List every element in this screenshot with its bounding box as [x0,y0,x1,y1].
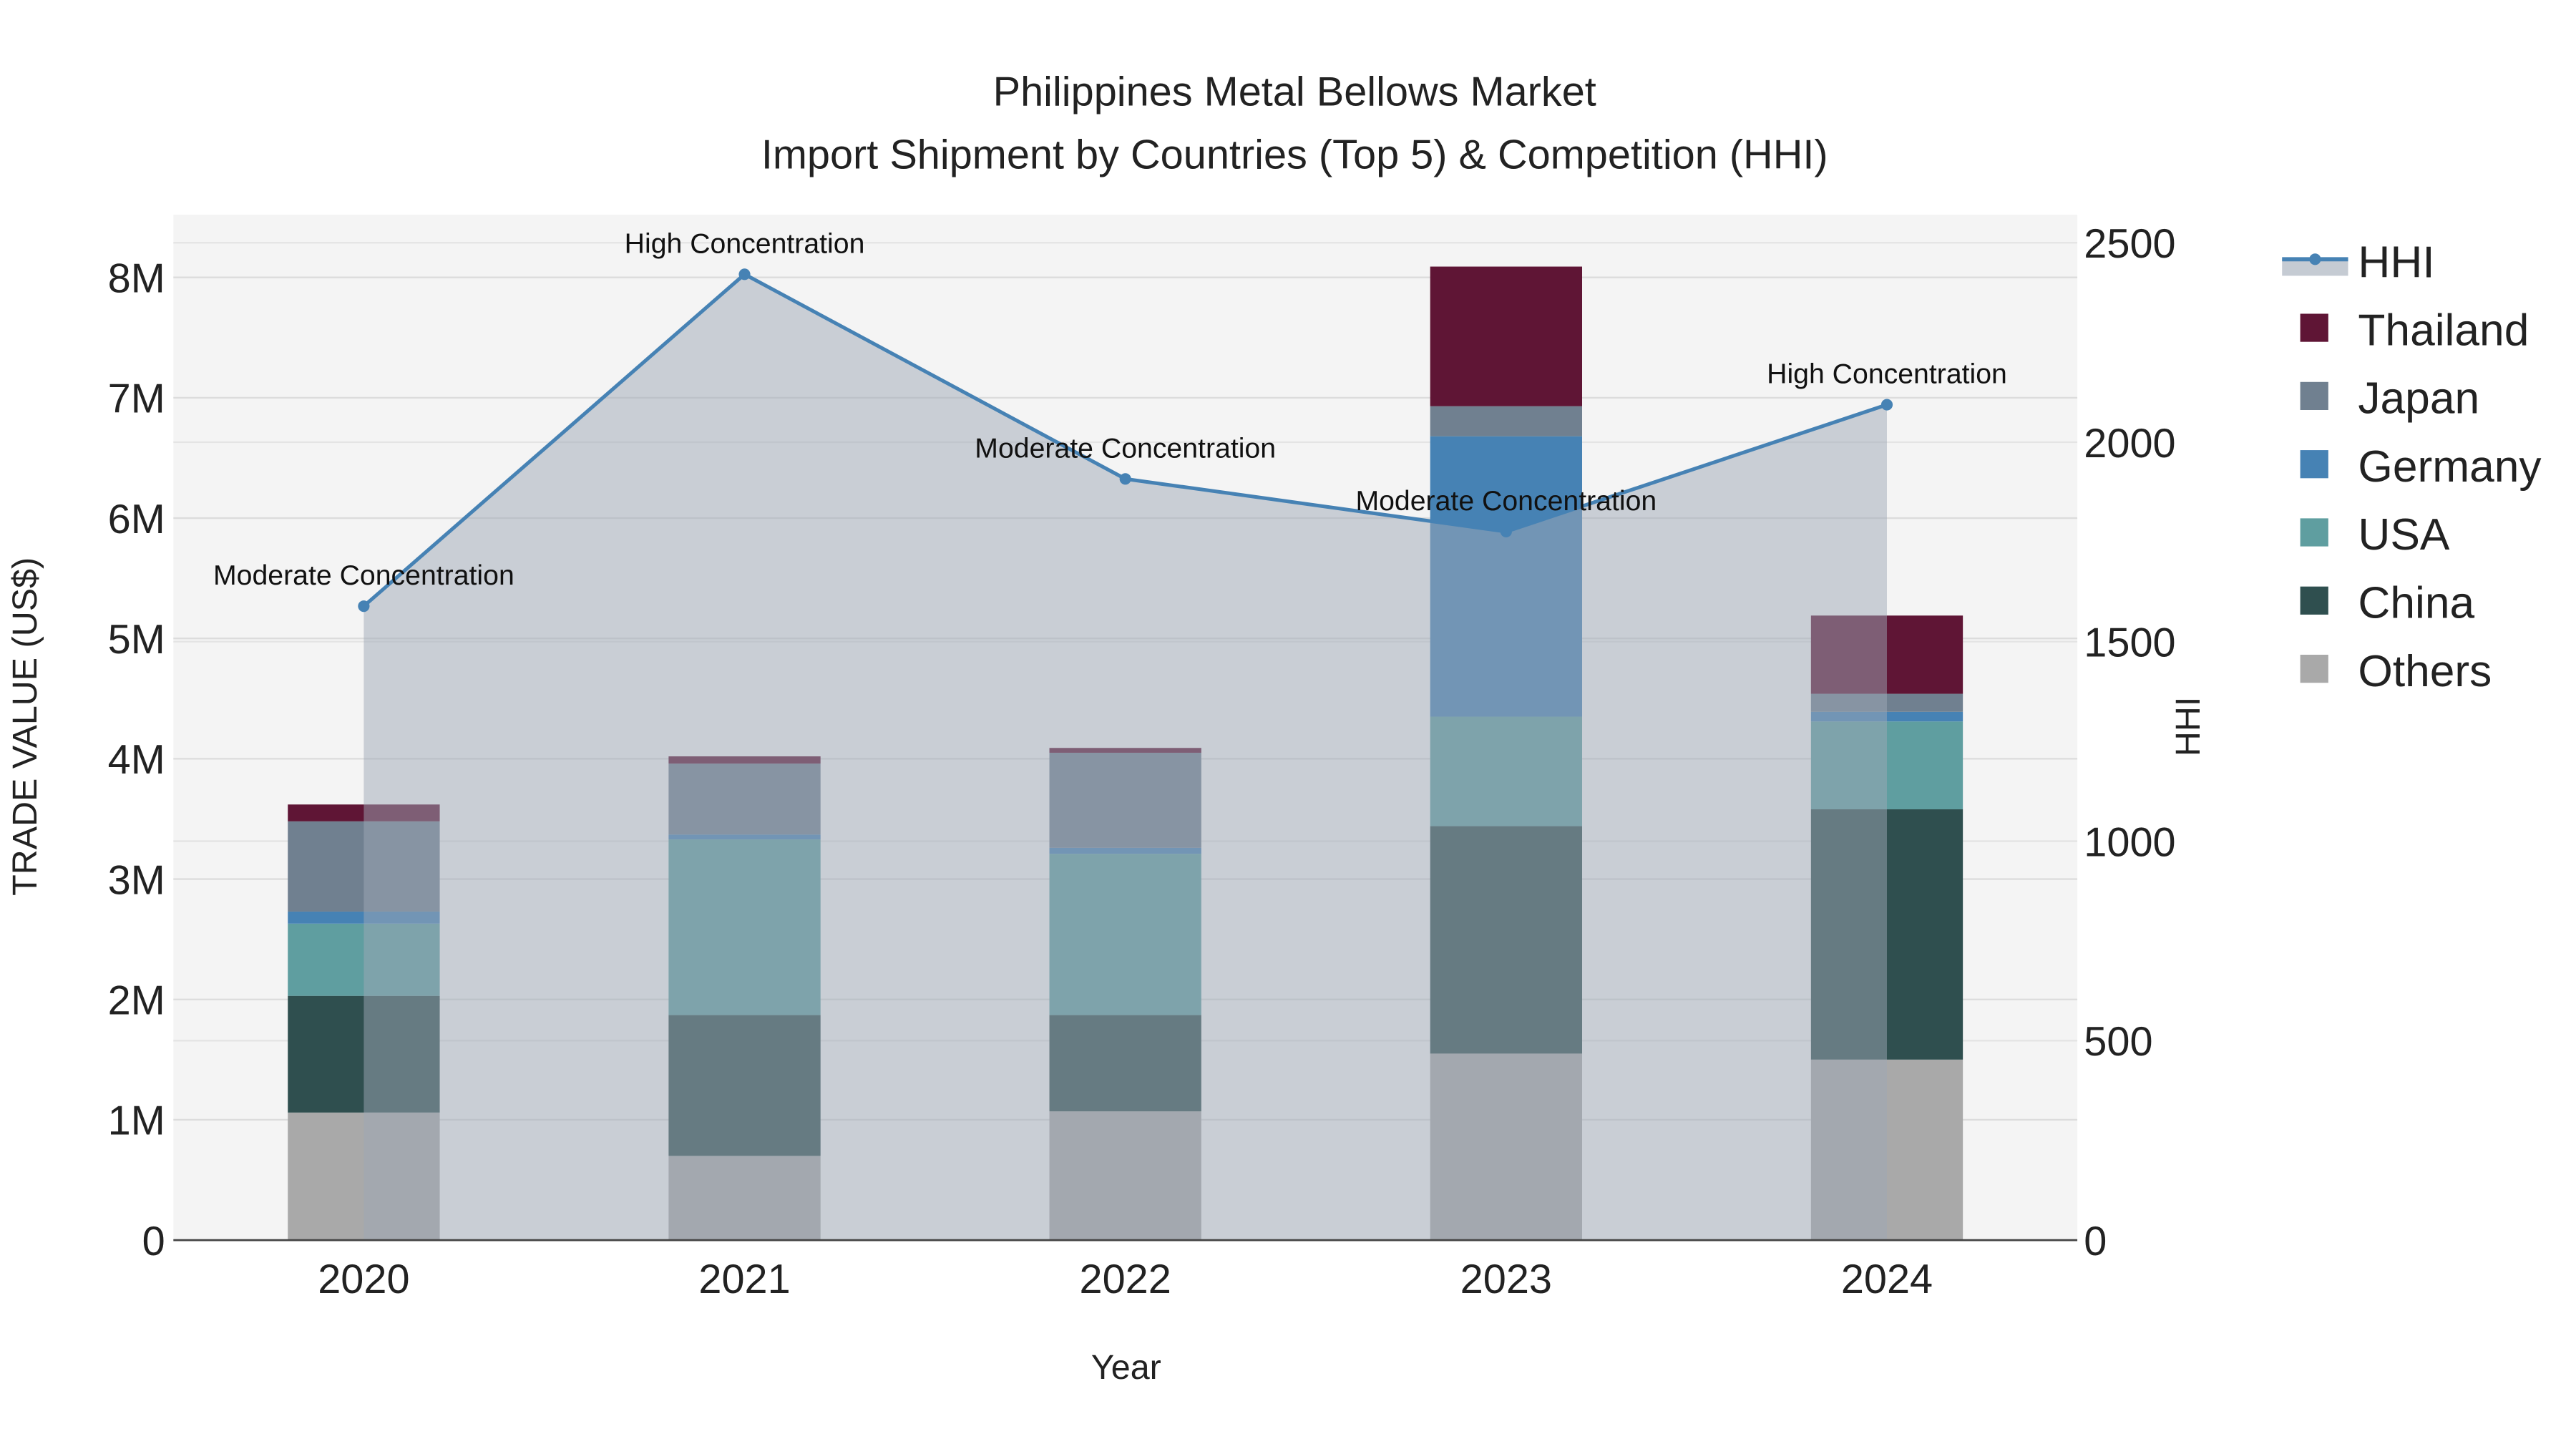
legend-swatch-china [2300,586,2328,615]
hhi-annotation: High Concentration [625,228,865,259]
legend-swatch-germany [2300,450,2328,479]
legend-marker-hhi [2309,253,2321,265]
chart: Philippines Metal Bellows Market Import … [0,0,2576,1449]
y-tick-label: 6M [108,497,165,542]
y2-tick-label: 500 [2084,1019,2152,1065]
bar-japan [1430,406,1582,436]
legend-swatch-others [2300,655,2328,683]
y-tick-label: 5M [108,617,165,663]
hhi-point [1500,525,1512,537]
y-tick-label: 8M [108,255,165,301]
legend-swatch-usa [2300,518,2328,547]
hhi-point [1119,473,1131,485]
chart-subtitle: Import Shipment by Countries (Top 5) & C… [761,132,1828,177]
y-tick-label: 0 [142,1219,165,1264]
legend-label-usa: USA [2358,510,2450,560]
y2-tick-label: 1500 [2084,620,2175,666]
chart-title: Philippines Metal Bellows Market [993,69,1596,115]
hhi-point [358,600,370,613]
x-tick-label: 2023 [1460,1257,1552,1302]
y-tick-label: 1M [108,1098,165,1144]
y2-tick-label: 0 [2084,1219,2107,1264]
x-tick-label: 2021 [698,1257,790,1302]
y-tick-label: 7M [108,376,165,422]
x-tick-label: 2024 [1841,1257,1933,1302]
y2-tick-label: 2500 [2084,221,2175,267]
bar-thailand [1430,266,1582,406]
y-axis-label: TRADE VALUE (US$) [6,557,44,896]
legend-label-germany: Germany [2358,442,2542,492]
y2-tick-label: 1000 [2084,819,2175,865]
legend-label-others: Others [2358,647,2492,696]
hhi-point [1880,399,1893,411]
hhi-annotation: Moderate Concentration [975,432,1276,464]
y2-tick-label: 2000 [2084,421,2175,467]
x-tick-label: 2022 [1080,1257,1171,1302]
legend-label-china: China [2358,579,2474,628]
legend-label-hhi: HHI [2358,238,2434,288]
legend-swatch-japan [2300,381,2328,410]
x-tick-label: 2020 [318,1257,409,1302]
x-axis-label: Year [1091,1348,1161,1387]
legend-swatch-thailand [2300,313,2328,342]
y2-axis-label: HHI [2169,697,2207,756]
legend-label-thailand: Thailand [2358,306,2529,355]
hhi-annotation: High Concentration [1767,358,2007,390]
hhi-point [738,268,751,280]
y-tick-label: 3M [108,857,165,903]
y-tick-label: 2M [108,978,165,1024]
y-tick-label: 4M [108,737,165,783]
legend-label-japan: Japan [2358,374,2479,424]
hhi-annotation: Moderate Concentration [213,560,514,591]
hhi-annotation: Moderate Concentration [1355,485,1657,517]
